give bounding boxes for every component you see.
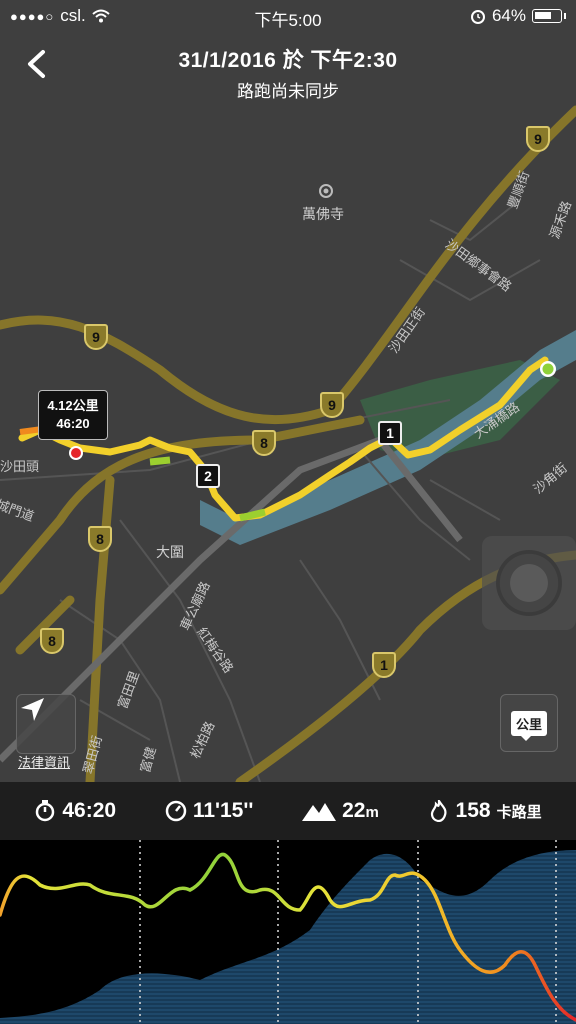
unit-toggle-label: 公里	[510, 710, 547, 741]
location-arrow-icon	[21, 698, 44, 721]
stats-bar: 46:20 11'15'' 22m 158 卡路里	[0, 782, 576, 840]
calories-unit: 卡路里	[496, 803, 542, 821]
distance-callout: 4.12公里 46:20	[38, 390, 108, 440]
mountain-icon	[302, 800, 337, 822]
speedometer-icon	[165, 800, 187, 822]
route-map[interactable]: 9 9 9 8 8 8 1 萬佛寺 大圍 沙田鄉事會路 沙田正街 豐順街 源禾路…	[0, 0, 576, 782]
run-header: 31/1/2016 於 下午2:30 路跑尚未同步	[0, 44, 576, 102]
route-shield-8: 8	[252, 430, 276, 456]
battery-icon	[532, 9, 562, 23]
place-label-tai-wai: 大圍	[156, 544, 184, 560]
route-shield-8: 8	[40, 628, 64, 654]
compass-ring-icon	[496, 550, 562, 616]
calories-stat: 158 卡路里	[428, 799, 542, 823]
calories-value: 158	[455, 799, 491, 822]
sync-status: 路跑尚未同步	[237, 82, 339, 101]
duration-value: 46:20	[62, 799, 117, 822]
elevation-value: 22	[342, 799, 366, 822]
duration-stat: 46:20	[34, 799, 116, 823]
mile-marker-2[interactable]: 2	[196, 464, 220, 488]
graph-canvas	[0, 840, 576, 1024]
pace-stat: 11'15''	[165, 799, 254, 823]
route-shield-9: 9	[84, 324, 108, 350]
elevation-unit: m	[365, 804, 379, 821]
place-label-temple: 萬佛寺	[302, 206, 344, 222]
street-label: 沙田頭	[0, 459, 40, 474]
callout-distance: 4.12公里	[47, 398, 99, 413]
status-bar: ●●●●○ csl. 下午5:00 64%	[0, 0, 576, 32]
locate-button[interactable]	[16, 694, 76, 754]
callout-time: 46:20	[56, 416, 90, 431]
battery-percent: 64%	[491, 6, 526, 25]
alarm-icon	[470, 10, 485, 24]
route-shield-9: 9	[320, 392, 344, 418]
compass-widget[interactable]	[482, 536, 576, 630]
run-date-title: 31/1/2016 於 下午2:30	[178, 49, 398, 72]
legal-info-link[interactable]: 法律資訊	[18, 752, 70, 771]
elevation-stat: 22m	[302, 799, 379, 823]
mile-marker-1[interactable]: 1	[378, 421, 402, 445]
flame-icon	[428, 800, 450, 822]
unit-toggle-button[interactable]: 公里	[500, 694, 558, 752]
route-shield-8: 8	[88, 526, 112, 552]
route-shield-9: 9	[526, 126, 550, 152]
stopwatch-icon	[34, 800, 56, 822]
pace-value: 11'15''	[192, 799, 254, 822]
route-shield-1: 1	[372, 652, 396, 678]
pace-elevation-graph[interactable]	[0, 840, 576, 1024]
